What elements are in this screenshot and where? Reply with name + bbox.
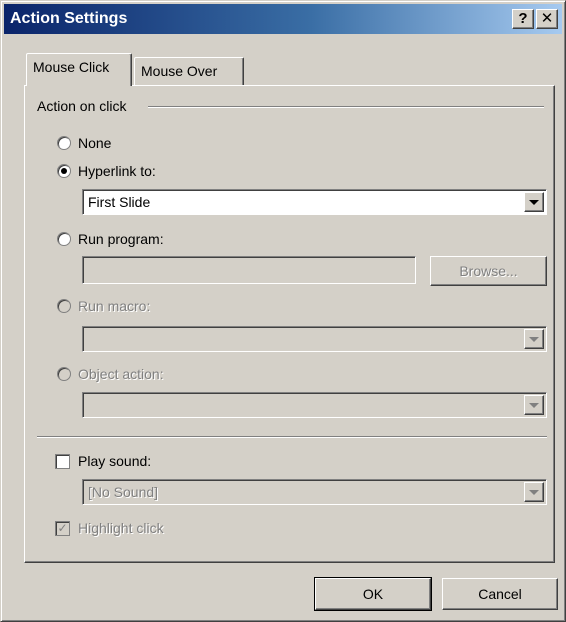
radio-run-program[interactable] (57, 232, 71, 246)
browse-button[interactable]: Browse... (430, 256, 547, 286)
group-title: Action on click (37, 98, 127, 114)
action-settings-dialog: Action Settings ? ✕ Mouse Click Mouse Ov… (0, 0, 566, 622)
program-path-input[interactable] (82, 256, 416, 284)
tab-mouse-click[interactable]: Mouse Click (26, 53, 132, 86)
object-action-dropdown (82, 392, 547, 418)
chevron-down-icon (524, 482, 544, 502)
tab-mouse-over[interactable]: Mouse Over (134, 57, 244, 85)
section-divider (37, 436, 547, 438)
close-button[interactable]: ✕ (536, 9, 558, 29)
radio-none[interactable] (57, 136, 71, 150)
ok-button[interactable]: OK (314, 577, 432, 611)
help-button[interactable]: ? (512, 9, 534, 29)
window-title: Action Settings (10, 10, 128, 27)
title-bar[interactable]: Action Settings ? ✕ (4, 4, 562, 34)
play-sound-checkbox[interactable] (55, 453, 70, 469)
radio-object-action (57, 367, 71, 381)
group-divider (148, 106, 544, 108)
play-sound-label: Play sound: (78, 453, 152, 469)
hyperlink-dropdown[interactable]: First Slide (82, 189, 547, 215)
highlight-click-checkbox: ✓ (55, 520, 70, 536)
option-run-program-label: Run program: (78, 231, 164, 247)
highlight-click-option: ✓ Highlight click (55, 520, 164, 536)
radio-run-macro (57, 299, 71, 313)
tab-label: Mouse Over (141, 63, 218, 79)
option-object-action-label: Object action: (78, 366, 164, 382)
option-hyperlink-label: Hyperlink to: (78, 163, 156, 179)
highlight-click-label: Highlight click (78, 520, 164, 536)
option-run-macro-label: Run macro: (78, 298, 151, 314)
hyperlink-value: First Slide (88, 194, 151, 210)
macro-dropdown (82, 326, 547, 352)
radio-hyperlink[interactable] (57, 164, 71, 178)
sound-value: [No Sound] (88, 484, 159, 500)
chevron-down-icon (524, 395, 544, 415)
cancel-button[interactable]: Cancel (442, 578, 558, 610)
sound-dropdown: [No Sound] (82, 479, 547, 505)
option-object-action: Object action: (57, 366, 164, 382)
play-sound-option[interactable]: Play sound: (55, 453, 151, 469)
chevron-down-icon (524, 329, 544, 349)
option-run-macro: Run macro: (57, 298, 150, 314)
mouse-click-panel: Action on click None Hyperlink to: First… (24, 85, 555, 563)
tab-label: Mouse Click (33, 59, 110, 75)
option-none[interactable]: None (57, 135, 111, 151)
option-none-label: None (78, 135, 112, 151)
option-hyperlink[interactable]: Hyperlink to: (57, 163, 156, 179)
chevron-down-icon[interactable] (524, 192, 544, 212)
option-run-program[interactable]: Run program: (57, 231, 164, 247)
